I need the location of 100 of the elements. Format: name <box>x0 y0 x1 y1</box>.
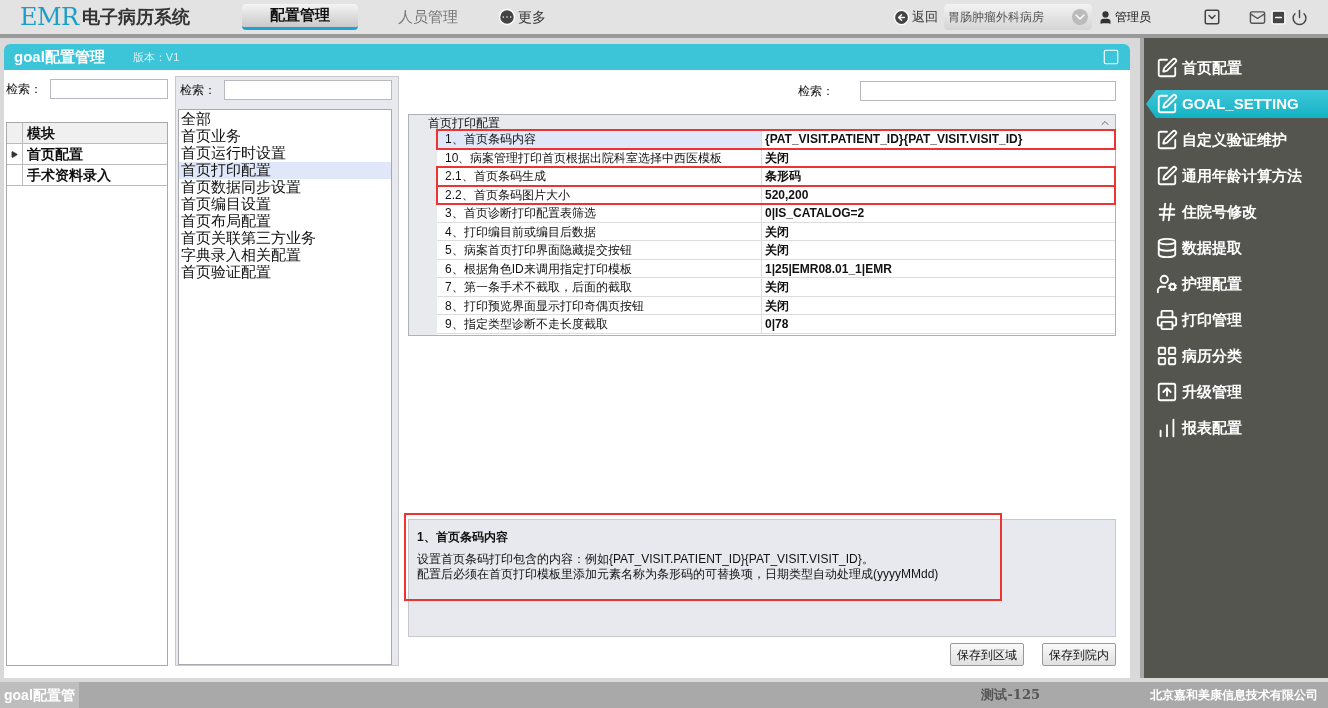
property-row[interactable]: 6、根据角色ID来调用指定打印模板 1|25|EMR08.01_1|EMR <box>437 259 1115 278</box>
property-row[interactable]: 1、首页条码内容 {PAT_VISIT.PATIENT_ID}{PAT_VISIT.VISIT_ID} <box>437 130 1115 149</box>
printer-icon <box>1156 309 1178 331</box>
property-name: 9、指定类型诊断不走长度截取 <box>437 315 762 333</box>
row-pointer-icon <box>11 150 18 158</box>
property-row[interactable]: 8、打印预览界面显示打印奇偶页按钮 关闭 <box>437 296 1115 315</box>
folder-icon <box>1156 345 1178 367</box>
dropdown-icon <box>1072 9 1088 25</box>
save-button[interactable]: 保存到区域 <box>950 643 1024 666</box>
property-row[interactable]: 4、打印编目前或编目后数据 关闭 <box>437 222 1115 241</box>
search-field[interactable] <box>224 80 392 100</box>
property-name: 7、第一条手术不截取，后面的截取 <box>437 278 762 296</box>
sidebar-item[interactable]: 升级管理 <box>1144 378 1328 406</box>
property-value: 0|78 <box>764 316 789 333</box>
sidebar-item[interactable]: 通用年龄计算方法 <box>1144 162 1328 190</box>
property-name: 5、病案首页打印界面隐藏提交按钮 <box>437 241 762 259</box>
category-item[interactable]: 全部 <box>179 111 391 128</box>
sidebar-item[interactable]: 首页配置 <box>1144 54 1328 82</box>
dropdown-icon[interactable] <box>1203 8 1221 26</box>
nurse-icon <box>1156 273 1178 295</box>
property-value: 关闭 <box>764 242 789 259</box>
category-item[interactable]: 首页关联第三方业务 <box>179 230 391 247</box>
property-value: 关闭 <box>764 223 789 240</box>
category-item[interactable]: 首页打印配置 <box>179 162 391 179</box>
app-title: 电子病历系统 <box>82 5 191 29</box>
user-icon <box>1098 9 1113 25</box>
property-row[interactable]: 2.1、首页条码生成 条形码 <box>437 167 1115 186</box>
back-icon <box>893 8 910 26</box>
company-name: 北京嘉和美康信息技术有限公司 <box>1150 687 1318 704</box>
sidebar-item[interactable]: 住院号修改 <box>1144 198 1328 226</box>
sidebar-item[interactable]: 打印管理 <box>1144 306 1328 334</box>
nav-tab[interactable]: 人员管理 <box>388 4 469 30</box>
property-name: 4、打印编目前或编目后数据 <box>437 222 762 240</box>
category-item[interactable]: 字典录入相关配置 <box>179 247 391 264</box>
property-name: 6、根据角色ID来调用指定打印模板 <box>437 259 762 277</box>
user-label: 测试-125 <box>981 686 1040 705</box>
upgrade-icon <box>1156 381 1178 403</box>
property-value: 关闭 <box>764 297 789 314</box>
description-text: 设置首页条码打印包含的内容：例如{PAT_VISIT.PATIENT_ID}{PAT_VISIT.VISIT_ID}。 <box>417 552 875 567</box>
property-row[interactable]: 7、第一条手术不截取，后面的截取 关闭 <box>437 278 1115 297</box>
pen-icon <box>1156 93 1178 115</box>
search-label: 检索： <box>6 81 42 98</box>
ward-select[interactable]: 胃肠肿瘤外科病房 <box>944 4 1092 30</box>
nav-tab[interactable]: 配置管理 <box>242 4 359 30</box>
property-value: {PAT_VISIT.PATIENT_ID}{PAT_VISIT.VISIT_ID} <box>764 131 1023 148</box>
property-value: 520,200 <box>764 186 809 203</box>
sidebar-item[interactable]: 数据提取 <box>1144 234 1328 262</box>
property-row[interactable]: 2.2、首页条码图片大小 520,200 <box>437 185 1115 204</box>
property-row[interactable]: 3、首页诊断打印配置表筛选 0|IS_CATALOG=2 <box>437 204 1115 223</box>
property-name: 3、首页诊断打印配置表筛选 <box>437 204 762 222</box>
module-name[interactable]: 首页配置 <box>23 144 167 164</box>
search-label: 检索： <box>180 82 216 99</box>
property-value: 关闭 <box>764 279 789 296</box>
description-text: 配置后必须在首页打印模板里添加元素名称为条形码的可替换项，日期类型自动处理成(yyyyMMdd) <box>417 567 940 582</box>
power-icon[interactable] <box>1291 8 1308 26</box>
minimize-icon[interactable] <box>1270 8 1287 26</box>
pen-icon <box>1156 129 1178 151</box>
pen-icon <box>1156 165 1178 187</box>
property-value: 条形码 <box>764 168 801 185</box>
sidebar-item[interactable]: 报表配置 <box>1144 414 1328 442</box>
pen-icon <box>1156 57 1178 79</box>
property-value: 0|IS_CATALOG=2 <box>764 205 865 222</box>
sidebar-item[interactable]: 病历分类 <box>1144 342 1328 370</box>
logo: EMR <box>20 2 79 33</box>
module-name[interactable]: 手术资料录入 <box>23 165 167 185</box>
maximize-icon[interactable] <box>1102 48 1120 66</box>
property-name: 10、病案管理打印首页根据出院科室选择中西医模板 <box>437 148 762 166</box>
category-item[interactable]: 首页验证配置 <box>179 264 391 281</box>
user-name: 管理员 <box>1115 9 1151 26</box>
property-name: 1、首页条码内容 <box>437 130 762 148</box>
property-name: 2.1、首页条码生成 <box>437 167 762 185</box>
panel-title: goal配置管理 <box>14 46 105 67</box>
property-value: 关闭 <box>764 149 789 166</box>
category-item[interactable]: 首页编目设置 <box>179 196 391 213</box>
category-item[interactable]: 首页业务 <box>179 128 391 145</box>
search-field[interactable] <box>860 81 1116 101</box>
mail-icon[interactable] <box>1249 8 1266 26</box>
category-item[interactable]: 首页数据同步设置 <box>179 179 391 196</box>
sidebar-item[interactable]: 护理配置 <box>1144 270 1328 298</box>
category-item[interactable]: 首页运行时设置 <box>179 145 391 162</box>
property-row[interactable]: 5、病案首页打印界面隐藏提交按钮 关闭 <box>437 241 1115 260</box>
property-name: 8、打印预览界面显示打印奇偶页按钮 <box>437 296 762 314</box>
search-label: 检索： <box>798 83 834 100</box>
search-field[interactable] <box>50 79 168 99</box>
property-value: 1|25|EMR08.01_1|EMR <box>764 260 892 277</box>
more-icon <box>498 8 517 26</box>
more-button[interactable]: 更多 <box>498 6 547 28</box>
save-button[interactable]: 保存到院内 <box>1042 643 1116 666</box>
group-header: 首页打印配置 <box>428 116 500 129</box>
description-title: 1、首页条码内容 <box>417 529 509 546</box>
number-icon <box>1156 201 1178 223</box>
sidebar-item[interactable]: 自定义验证维护 <box>1144 126 1328 154</box>
property-name: 2.2、首页条码图片大小 <box>437 185 762 203</box>
category-item[interactable]: 首页布局配置 <box>179 213 391 230</box>
column-header: 模块 <box>23 123 167 143</box>
back-button[interactable]: 返回 <box>893 7 938 27</box>
property-row[interactable]: 9、指定类型诊断不走长度截取 0|78 <box>437 315 1115 334</box>
database-icon <box>1156 237 1178 259</box>
property-row[interactable]: 10、病案管理打印首页根据出院科室选择中西医模板 关闭 <box>437 148 1115 167</box>
version-label: 版本：V1 <box>132 49 180 65</box>
